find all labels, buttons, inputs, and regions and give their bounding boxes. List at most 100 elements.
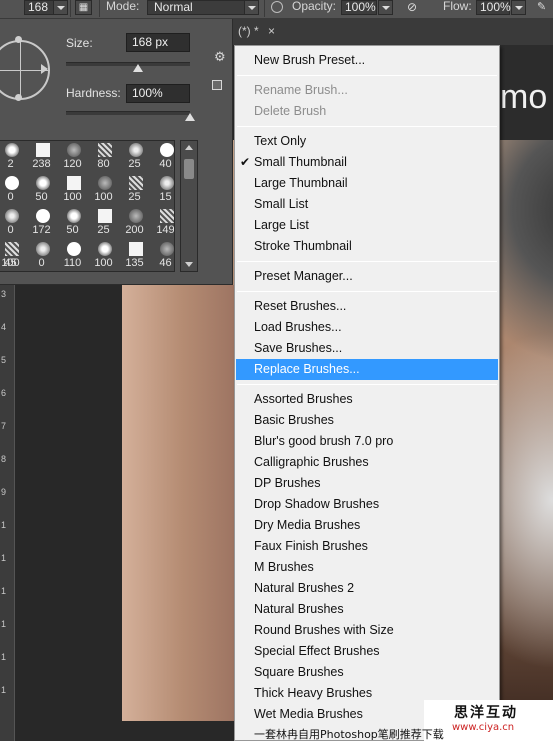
photo-canvas-left[interactable] bbox=[122, 285, 242, 721]
brush-preset[interactable]: 135 bbox=[119, 239, 150, 271]
brush-preset[interactable]: 45 bbox=[0, 239, 26, 271]
brush-preset[interactable]: 0 bbox=[26, 239, 57, 271]
image-caption: 一套林冉自用Photoshop笔刷推荐下载 bbox=[254, 728, 444, 741]
airbrush-icon[interactable]: ⊘ bbox=[407, 0, 423, 15]
hardness-slider-thumb[interactable] bbox=[185, 113, 195, 121]
brush-preset[interactable]: 200 bbox=[119, 206, 150, 238]
size-slider-track[interactable] bbox=[66, 62, 190, 66]
menu-item-label: Assorted Brushes bbox=[254, 392, 353, 406]
menu-item-label: Dry Media Brushes bbox=[254, 518, 361, 532]
brush-preset[interactable]: 40 bbox=[150, 141, 174, 172]
brush-preset[interactable]: 100 bbox=[88, 239, 119, 271]
menu-item-reset-brushes[interactable]: Reset Brushes... bbox=[235, 296, 499, 317]
menu-item-calligraphic-brushes[interactable]: Calligraphic Brushes bbox=[235, 452, 499, 473]
hardness-field[interactable]: 100% bbox=[126, 84, 190, 103]
menu-item-drop-shadow-brushes[interactable]: Drop Shadow Brushes bbox=[235, 494, 499, 515]
brush-preset[interactable]: 149 bbox=[150, 206, 175, 238]
menu-item-new-brush-preset[interactable]: New Brush Preset... bbox=[235, 50, 499, 71]
brush-preset[interactable]: 0 bbox=[0, 173, 26, 205]
brush-preset[interactable]: 100 bbox=[88, 173, 119, 205]
menu-item-small-thumbnail[interactable]: ✔ Small Thumbnail bbox=[235, 152, 499, 173]
scroll-up-arrow-icon[interactable] bbox=[185, 145, 193, 150]
opacity-dropdown-arrow[interactable] bbox=[378, 0, 393, 15]
brush-preset[interactable]: 172 bbox=[26, 206, 57, 238]
menu-item-save-brushes[interactable]: Save Brushes... bbox=[235, 338, 499, 359]
document-tab-label[interactable]: (*) * bbox=[238, 24, 259, 38]
menu-item-small-list[interactable]: Small List bbox=[235, 194, 499, 215]
mode-dropdown-arrow[interactable] bbox=[244, 0, 259, 15]
brush-size-field[interactable]: 168 bbox=[24, 0, 54, 15]
document-tab-close-icon[interactable]: × bbox=[268, 24, 275, 38]
menu-item-load-brushes[interactable]: Load Brushes... bbox=[235, 317, 499, 338]
scroll-thumb[interactable] bbox=[184, 159, 194, 179]
menu-item-preset-manager[interactable]: Preset Manager... bbox=[235, 266, 499, 287]
opacity-field[interactable]: 100% bbox=[341, 0, 377, 15]
menu-item-natural-brushes[interactable]: Natural Brushes bbox=[235, 599, 499, 620]
roundness-handle[interactable] bbox=[15, 94, 22, 101]
scroll-down-arrow-icon[interactable] bbox=[185, 262, 193, 267]
preset-grid-scrollbar[interactable] bbox=[180, 140, 198, 272]
menu-item-dry-media-brushes[interactable]: Dry Media Brushes bbox=[235, 515, 499, 536]
ruler-number: 1 bbox=[1, 553, 7, 563]
roundness-handle[interactable] bbox=[15, 36, 22, 43]
menu-item-delete-brush: Delete Brush bbox=[235, 101, 499, 122]
flow-dropdown-arrow[interactable] bbox=[511, 0, 526, 15]
ruler-number: 7 bbox=[1, 421, 7, 431]
angle-arrow-icon[interactable] bbox=[41, 64, 48, 74]
brush-preset[interactable]: 25 bbox=[88, 206, 119, 238]
menu-item-large-list[interactable]: Large List bbox=[235, 215, 499, 236]
document-tab-bar bbox=[233, 19, 553, 45]
menu-item-stroke-thumbnail[interactable]: Stroke Thumbnail bbox=[235, 236, 499, 257]
menu-item-replace-brushes[interactable]: Replace Brushes... bbox=[236, 359, 498, 380]
menu-item-blur-s-good-brush-7-0-pro[interactable]: Blur's good brush 7.0 pro bbox=[235, 431, 499, 452]
brush-size-label: 149 bbox=[156, 224, 175, 236]
brush-panel-toggle-icon[interactable]: ▦ bbox=[75, 0, 92, 15]
flow-field[interactable]: 100% bbox=[476, 0, 511, 15]
menu-item-assorted-brushes[interactable]: Assorted Brushes bbox=[235, 389, 499, 410]
menu-item-square-brushes[interactable]: Square Brushes bbox=[235, 662, 499, 683]
menu-item-m-brushes[interactable]: M Brushes bbox=[235, 557, 499, 578]
brush-preset[interactable]: 110 bbox=[57, 239, 88, 271]
brush-preset[interactable]: 50 bbox=[57, 206, 88, 238]
brush-tip-icon bbox=[36, 242, 50, 256]
brush-preset[interactable]: 25 bbox=[119, 173, 150, 205]
menu-item-label: Calligraphic Brushes bbox=[254, 455, 369, 469]
new-preset-icon[interactable] bbox=[212, 80, 222, 90]
mode-select[interactable]: Normal bbox=[147, 0, 245, 15]
menu-item-round-brushes-with-size[interactable]: Round Brushes with Size bbox=[235, 620, 499, 641]
menu-item-dp-brushes[interactable]: DP Brushes bbox=[235, 473, 499, 494]
brush-size-label: 200 bbox=[125, 224, 144, 236]
menu-item-label: Thick Heavy Brushes bbox=[254, 686, 373, 700]
menu-item-large-thumbnail[interactable]: Large Thumbnail bbox=[235, 173, 499, 194]
airbrush-mode-icon[interactable]: ✎ bbox=[537, 0, 551, 15]
menu-item-text-only[interactable]: Text Only bbox=[235, 131, 499, 152]
brush-size-label: 135 bbox=[125, 257, 144, 269]
brush-preset[interactable]: 50 bbox=[26, 173, 57, 205]
brush-size-label: 25 bbox=[128, 191, 141, 203]
brush-size-label: 100 bbox=[94, 257, 113, 269]
brush-preset[interactable]: 15 bbox=[150, 173, 174, 205]
brush-preset[interactable]: 238 bbox=[26, 141, 57, 172]
gear-icon[interactable]: ⚙ bbox=[214, 50, 228, 64]
brush-preset[interactable]: 2 bbox=[0, 141, 26, 172]
brush-preset[interactable]: 0 bbox=[0, 206, 26, 238]
menu-item-label: Square Brushes bbox=[254, 665, 344, 679]
ruler-number: 6 bbox=[1, 388, 7, 398]
menu-item-faux-finish-brushes[interactable]: Faux Finish Brushes bbox=[235, 536, 499, 557]
hardness-slider-track[interactable] bbox=[66, 111, 190, 115]
size-slider-thumb[interactable] bbox=[132, 64, 143, 72]
size-field[interactable]: 168 px bbox=[126, 33, 190, 52]
brush-size-dropdown-arrow[interactable] bbox=[53, 0, 68, 15]
brush-tip-icon bbox=[5, 242, 19, 256]
vertical-ruler[interactable]: 3 4 5 6 7 8 9 1 1 1 1 1 1 bbox=[0, 285, 15, 741]
brush-preset[interactable]: 25 bbox=[119, 141, 150, 172]
brush-preset[interactable]: 120 bbox=[57, 141, 88, 172]
brush-preset[interactable]: 46 bbox=[150, 239, 174, 271]
menu-item-label: Stroke Thumbnail bbox=[254, 239, 352, 253]
brush-preset[interactable]: 100 bbox=[57, 173, 88, 205]
pressure-opacity-icon[interactable] bbox=[271, 1, 283, 13]
menu-item-basic-brushes[interactable]: Basic Brushes bbox=[235, 410, 499, 431]
brush-preset[interactable]: 80 bbox=[88, 141, 119, 172]
menu-item-special-effect-brushes[interactable]: Special Effect Brushes bbox=[235, 641, 499, 662]
menu-item-natural-brushes-2[interactable]: Natural Brushes 2 bbox=[235, 578, 499, 599]
